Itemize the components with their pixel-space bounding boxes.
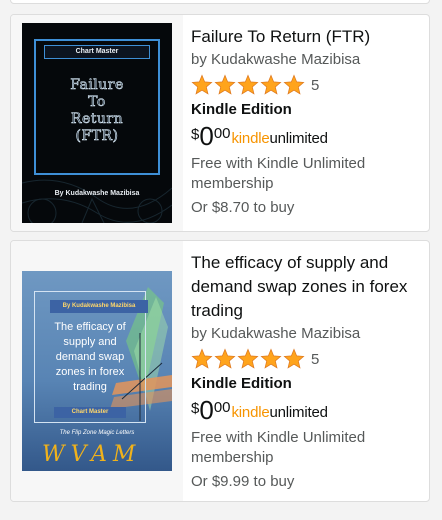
star-icon — [260, 74, 282, 95]
offer-text: Free with Kindle Unlimited membership — [191, 155, 366, 192]
price: $ 0 00 kindle unlimited — [191, 122, 419, 152]
cover-series-label: Chart Master — [44, 45, 150, 59]
price-currency: $ — [191, 400, 200, 417]
star-icon — [237, 74, 259, 95]
cover-magic-letters-art: WVAM — [42, 442, 141, 467]
star-icon — [214, 348, 236, 369]
result-title[interactable]: Failure To Return (FTR) — [191, 25, 419, 49]
star-icon — [283, 74, 305, 95]
format-label[interactable]: Kindle Edition — [191, 100, 419, 120]
result-info: Failure To Return (FTR) by Kudakwashe Ma… — [191, 25, 419, 218]
rating-count[interactable]: 5 — [311, 77, 319, 94]
star-icon — [191, 74, 213, 95]
kindle-unlimited-logo: kindle unlimited — [231, 404, 328, 421]
book-cover[interactable]: By Kudakwashe Mazibisa The efficacy of s… — [22, 271, 172, 471]
rating-count[interactable]: 5 — [311, 351, 319, 368]
buy-price-text: Or $8.70 to buy — [191, 199, 295, 216]
price-whole: 0 — [199, 395, 214, 425]
star-icon — [237, 348, 259, 369]
result-title[interactable]: The efficacy of supply and demand swap z… — [191, 251, 419, 323]
rating-row[interactable]: 5 — [191, 72, 419, 98]
star-icon — [283, 348, 305, 369]
star-icon — [260, 348, 282, 369]
previous-result-card — [10, 0, 430, 4]
result-info: The efficacy of supply and demand swap z… — [191, 251, 419, 492]
thumbnail-column: Chart Master Failure To Return (FTR) By … — [11, 15, 183, 231]
result-author[interactable]: by Kudakwashe Mazibisa — [191, 50, 419, 70]
price-currency: $ — [191, 126, 200, 143]
book-cover[interactable]: Chart Master Failure To Return (FTR) By … — [22, 23, 172, 223]
svg-text:WVAM: WVAM — [42, 442, 141, 467]
kindle-unlimited-logo: kindle unlimited — [231, 130, 328, 147]
cover-title: Failure To Return (FTR) — [70, 77, 124, 145]
price: $ 0 00 kindle unlimited — [191, 396, 419, 426]
buy-price-text: Or $9.99 to buy — [191, 473, 295, 490]
format-label[interactable]: Kindle Edition — [191, 374, 419, 394]
offer-text: Free with Kindle Unlimited membership — [191, 429, 366, 466]
result-card[interactable]: Chart Master Failure To Return (FTR) By … — [10, 14, 430, 232]
cover-author: By Kudakwashe Mazibisa — [54, 190, 140, 197]
star-rating — [191, 74, 306, 96]
star-icon — [214, 74, 236, 95]
star-icon — [191, 348, 213, 369]
rating-row[interactable]: 5 — [191, 346, 419, 372]
price-fraction: 00 — [213, 125, 231, 142]
result-author[interactable]: by Kudakwashe Mazibisa — [191, 324, 419, 344]
star-rating — [191, 348, 306, 370]
thumbnail-column: By Kudakwashe Mazibisa The efficacy of s… — [11, 241, 183, 501]
result-card[interactable]: By Kudakwashe Mazibisa The efficacy of s… — [10, 240, 430, 502]
price-whole: 0 — [199, 121, 214, 151]
price-fraction: 00 — [213, 399, 231, 416]
